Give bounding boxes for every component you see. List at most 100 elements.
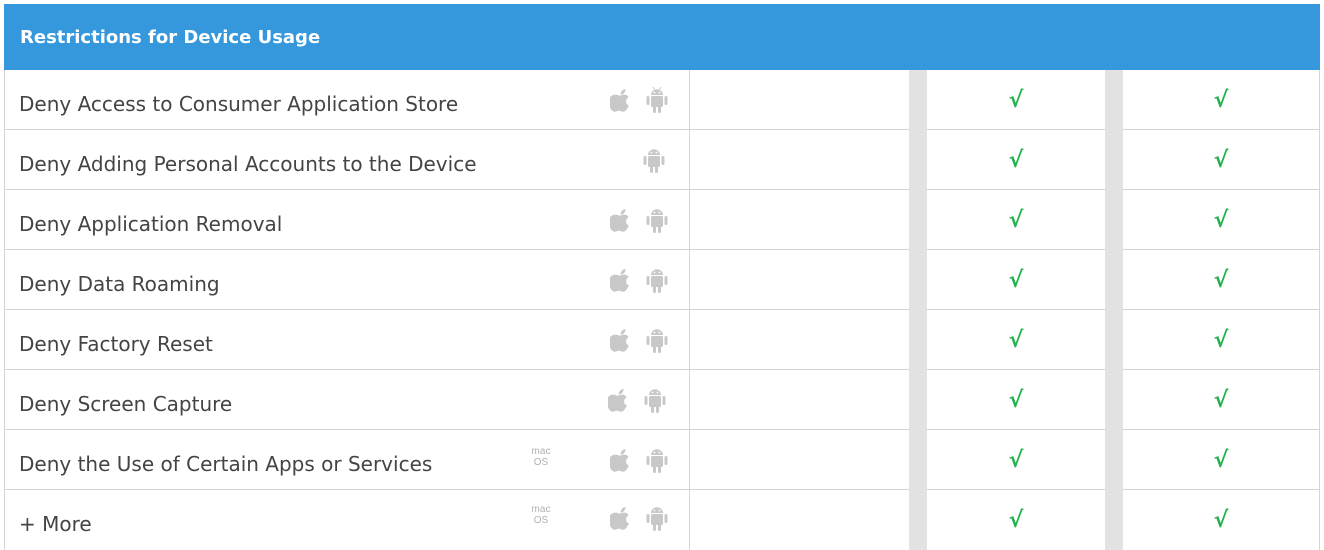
check-cell: √ (927, 190, 1105, 250)
check-cell: √ (1123, 430, 1320, 490)
check-mark: √ (1008, 507, 1024, 533)
column-gap (909, 490, 927, 550)
check-mark: √ (1008, 87, 1024, 113)
apple-icon (610, 449, 629, 472)
column-gap (909, 370, 927, 430)
column-gap (909, 130, 927, 190)
check-mark: √ (1008, 447, 1024, 473)
android-icon (646, 449, 668, 473)
feature-cell: Deny Adding Personal Accounts to the Dev… (4, 130, 690, 190)
table-row: Deny Access to Consumer Application Stor… (4, 70, 1320, 130)
column-gap (1105, 70, 1123, 130)
empty-cell (690, 370, 909, 430)
apple-icon (610, 89, 629, 112)
apple-icon (608, 389, 627, 412)
column-gap (909, 70, 927, 130)
more-link[interactable]: + More (19, 490, 92, 550)
macos-icon: mac OS (529, 504, 553, 526)
column-gap (1105, 430, 1123, 490)
restrictions-table: Restrictions for Device Usage Deny Acces… (0, 0, 1324, 550)
check-mark: √ (1213, 327, 1229, 353)
column-gap (909, 310, 927, 370)
check-cell: √ (927, 70, 1105, 130)
android-icon (646, 329, 668, 353)
column-gap (909, 430, 927, 490)
column-gap (1105, 190, 1123, 250)
check-mark: √ (1213, 267, 1229, 293)
table-header: Restrictions for Device Usage (4, 4, 1320, 70)
check-cell: √ (1123, 370, 1320, 430)
check-mark: √ (1213, 507, 1229, 533)
check-cell: √ (1123, 250, 1320, 310)
macos-badge-line1: mac (531, 446, 551, 457)
feature-label: Deny Application Removal (19, 212, 283, 236)
empty-cell (690, 250, 909, 310)
table-title: Restrictions for Device Usage (20, 26, 321, 48)
android-icon (643, 149, 665, 173)
feature-cell: Deny Screen Capture (4, 370, 690, 430)
column-gap (909, 190, 927, 250)
apple-icon (610, 209, 629, 232)
check-mark: √ (1008, 327, 1024, 353)
check-cell: √ (1123, 130, 1320, 190)
macos-badge-line2: OS (533, 457, 549, 468)
check-cell: √ (927, 370, 1105, 430)
check-mark: √ (1213, 387, 1229, 413)
android-icon (646, 269, 668, 293)
feature-cell: Deny Access to Consumer Application Stor… (4, 70, 690, 130)
column-gap (1105, 130, 1123, 190)
feature-label: Deny the Use of Certain Apps or Services (19, 452, 433, 476)
check-mark: √ (1213, 147, 1229, 173)
check-mark: √ (1008, 147, 1024, 173)
macos-icon: mac OS (529, 446, 553, 468)
empty-cell (690, 190, 909, 250)
check-cell: √ (927, 310, 1105, 370)
check-mark: √ (1008, 207, 1024, 233)
check-mark: √ (1213, 447, 1229, 473)
macos-badge-line1: mac (531, 504, 551, 515)
table-row: Deny Application Removal √ √ (4, 190, 1320, 250)
feature-label: Deny Data Roaming (19, 272, 220, 296)
feature-cell: Deny Factory Reset (4, 310, 690, 370)
check-cell: √ (927, 430, 1105, 490)
feature-label: Deny Factory Reset (19, 332, 213, 356)
table-row: Deny Factory Reset √ √ (4, 310, 1320, 370)
column-gap (1105, 370, 1123, 430)
check-cell: √ (1123, 70, 1320, 130)
feature-label: Deny Access to Consumer Application Stor… (19, 92, 459, 116)
feature-label: Deny Screen Capture (19, 392, 233, 416)
table-row: Deny Screen Capture √ √ (4, 370, 1320, 430)
check-cell: √ (1123, 490, 1320, 550)
empty-cell (690, 70, 909, 130)
feature-cell: Deny Data Roaming (4, 250, 690, 310)
check-cell: √ (927, 490, 1105, 550)
feature-cell: Deny Application Removal (4, 190, 690, 250)
check-mark: √ (1213, 207, 1229, 233)
check-cell: √ (927, 250, 1105, 310)
table-row: Deny Data Roaming √ √ (4, 250, 1320, 310)
android-icon (646, 209, 668, 233)
android-icon (646, 86, 668, 113)
macos-badge-line2: OS (533, 515, 549, 526)
feature-cell[interactable]: + More mac OS (4, 490, 690, 550)
check-cell: √ (1123, 310, 1320, 370)
android-icon (644, 389, 666, 413)
android-icon (646, 507, 668, 531)
apple-icon (610, 329, 629, 352)
empty-cell (690, 430, 909, 490)
check-mark: √ (1008, 267, 1024, 293)
check-cell: √ (927, 130, 1105, 190)
table-row: Deny the Use of Certain Apps or Services… (4, 430, 1320, 490)
table-row: Deny Adding Personal Accounts to the Dev… (4, 130, 1320, 190)
column-gap (1105, 490, 1123, 550)
empty-cell (690, 310, 909, 370)
empty-cell (690, 130, 909, 190)
column-gap (1105, 310, 1123, 370)
feature-label: Deny Adding Personal Accounts to the Dev… (19, 152, 477, 176)
table-row: + More mac OS √ √ (4, 490, 1320, 550)
check-mark: √ (1008, 387, 1024, 413)
apple-icon (610, 507, 629, 530)
apple-icon (610, 269, 629, 292)
column-gap (909, 250, 927, 310)
check-mark: √ (1213, 87, 1229, 113)
